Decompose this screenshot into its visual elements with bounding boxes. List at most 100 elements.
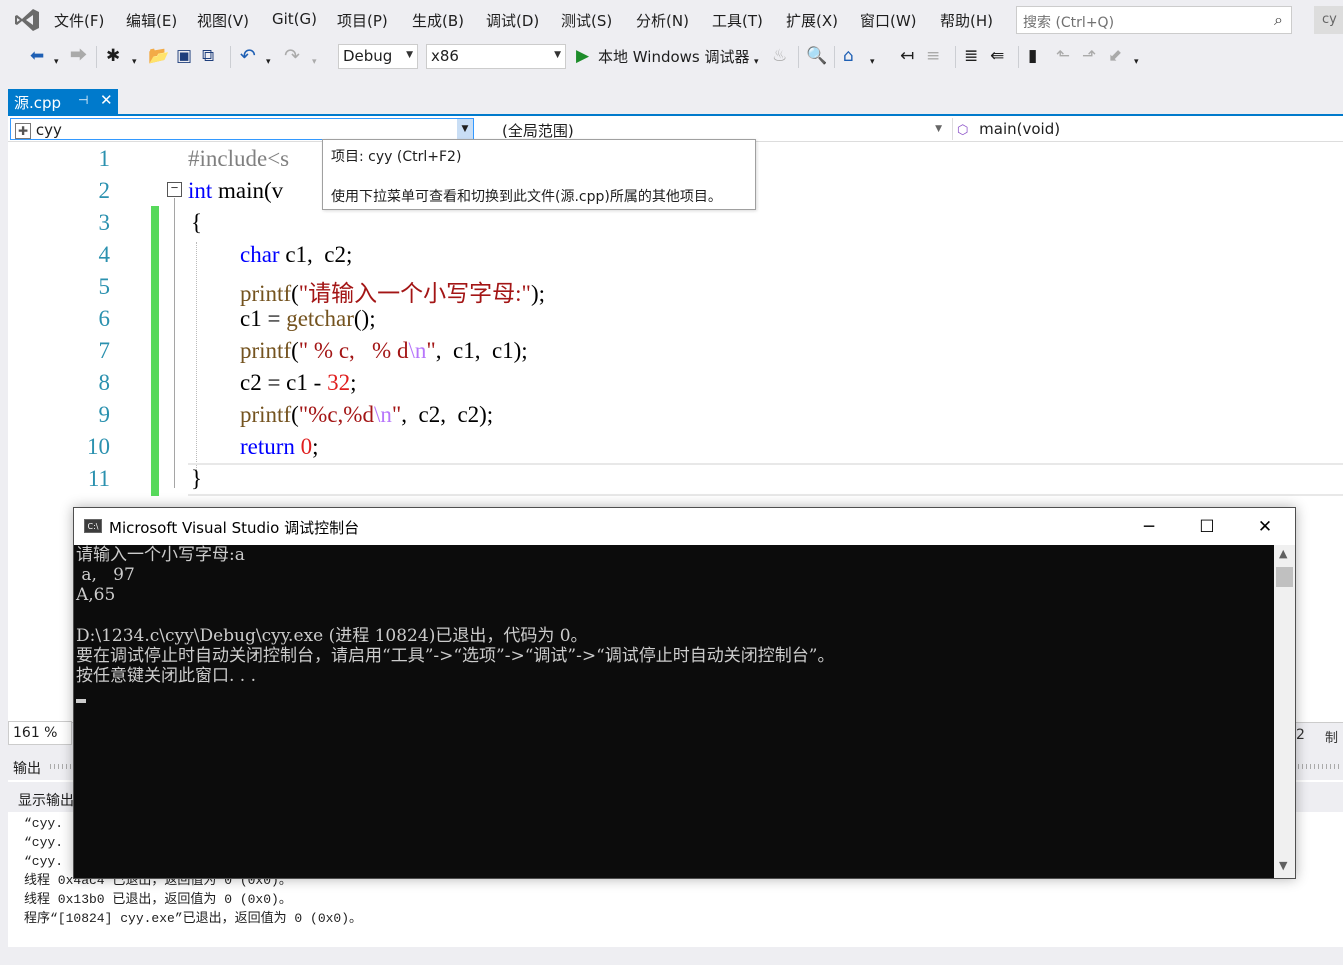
menu-git[interactable]: Git(G) bbox=[272, 10, 317, 28]
forward-icon[interactable]: ⮕ bbox=[70, 46, 87, 66]
toolbar-separator bbox=[834, 46, 835, 68]
code-line: printf("请输入一个小写字母:"); bbox=[240, 281, 546, 306]
tab-label: 源.cpp bbox=[14, 94, 62, 112]
project-dropdown[interactable]: ✚ cyy ▼ bbox=[10, 118, 474, 140]
search-input[interactable]: 搜索 (Ctrl+Q) ⌕ bbox=[1016, 6, 1292, 34]
undo-icon[interactable]: ↶ bbox=[240, 46, 256, 66]
visual-studio-logo-icon bbox=[15, 9, 39, 31]
minimize-button[interactable]: ─ bbox=[1126, 514, 1172, 540]
comment-icon[interactable]: ⇚ bbox=[990, 46, 1004, 66]
tooltip-body: 使用下拉菜单可查看和切换到此文件(源.cpp)所属的其他项目。 bbox=[331, 189, 722, 205]
line-number: 9 bbox=[98, 402, 111, 427]
project-icon: ✚ bbox=[15, 123, 32, 139]
start-debug-label[interactable]: 本地 Windows 调试器 bbox=[598, 47, 750, 67]
home-dropdown-icon[interactable]: ▾ bbox=[870, 52, 875, 72]
close-button[interactable]: ✕ bbox=[1242, 514, 1288, 540]
breakpoints-icon[interactable]: ≡ bbox=[926, 46, 940, 66]
run-dropdown-icon[interactable]: ▾ bbox=[754, 52, 759, 72]
clear-bookmarks-icon[interactable]: ⬋ bbox=[1108, 46, 1122, 66]
tooltip-title: 项目: cyy (Ctrl+F2) bbox=[331, 149, 462, 165]
code-line: char c1, c2; bbox=[240, 242, 353, 267]
zoom-level[interactable]: 161 % bbox=[8, 721, 72, 745]
new-item-icon[interactable]: ✱ bbox=[106, 46, 120, 66]
menu-view[interactable]: 视图(V) bbox=[197, 10, 249, 31]
pin-icon[interactable]: ⊣ bbox=[78, 93, 88, 107]
save-all-icon[interactable]: ⧉ bbox=[202, 46, 214, 66]
step-icon[interactable]: ↤ bbox=[900, 46, 914, 66]
line-number: 7 bbox=[98, 338, 111, 363]
line-number: 5 bbox=[98, 274, 111, 299]
menu-help[interactable]: 帮助(H) bbox=[940, 10, 993, 31]
menu-edit[interactable]: 编辑(E) bbox=[126, 10, 177, 31]
next-bookmark-icon[interactable]: ⬏ bbox=[1082, 46, 1096, 66]
menu-test[interactable]: 测试(S) bbox=[561, 10, 612, 31]
scroll-up-icon[interactable]: ▲ bbox=[1279, 547, 1287, 560]
line-number: 1 bbox=[98, 146, 111, 171]
menu-project[interactable]: 项目(P) bbox=[337, 10, 388, 31]
scroll-thumb[interactable] bbox=[1276, 567, 1293, 587]
hot-reload-icon[interactable]: ♨ bbox=[772, 46, 787, 66]
toolbar-overflow-icon[interactable]: ▾ bbox=[1134, 52, 1139, 72]
chevron-down-icon: ▼ bbox=[935, 124, 942, 134]
menu-file[interactable]: 文件(F) bbox=[54, 10, 104, 31]
scope-value: (全局范围) bbox=[502, 122, 574, 140]
console-titlebar[interactable]: C:\ Microsoft Visual Studio 调试控制台 ─ ☐ ✕ bbox=[74, 508, 1295, 545]
menu-extensions[interactable]: 扩展(X) bbox=[786, 10, 838, 31]
back-dropdown-icon[interactable]: ▾ bbox=[54, 52, 59, 72]
code-line: } bbox=[191, 466, 203, 491]
tab-source-cpp[interactable]: 源.cpp ⊣ ✕ bbox=[8, 89, 118, 115]
toolbar: ⬅ ▾ ⮕ ✱ ▾ 📂 ▣ ⧉ ↶ ▾ ↷ ▾ Debug ▼ x86 ▼ ▶ … bbox=[0, 40, 1343, 74]
document-tabs: 源.cpp ⊣ ✕ bbox=[0, 88, 1343, 115]
code-line: #include<s bbox=[188, 146, 290, 171]
indent-icon[interactable]: ≣ bbox=[964, 46, 978, 66]
start-debug-icon[interactable]: ▶ bbox=[576, 46, 589, 66]
line-number: 6 bbox=[98, 306, 111, 331]
console-app-icon: C:\ bbox=[84, 519, 102, 533]
save-icon[interactable]: ▣ bbox=[176, 46, 192, 66]
home-icon[interactable]: ⌂ bbox=[843, 46, 854, 66]
collapse-icon[interactable]: − bbox=[167, 182, 182, 197]
redo-icon[interactable]: ↷ bbox=[284, 46, 300, 66]
line-number: 8 bbox=[98, 370, 111, 395]
undo-dropdown-icon[interactable]: ▾ bbox=[266, 52, 271, 72]
prev-bookmark-icon[interactable]: ⬑ bbox=[1056, 46, 1070, 66]
chevron-down-icon: ▼ bbox=[406, 50, 413, 60]
member-value: main(void) bbox=[979, 120, 1061, 138]
menu-build[interactable]: 生成(B) bbox=[412, 10, 464, 31]
back-icon[interactable]: ⬅ bbox=[30, 46, 44, 66]
find-in-files-icon[interactable]: 🔍 bbox=[806, 46, 827, 66]
chevron-down-icon: ▼ bbox=[554, 50, 561, 60]
new-item-dropdown-icon[interactable]: ▾ bbox=[132, 52, 137, 72]
status-fragment: 制 bbox=[1325, 731, 1339, 746]
close-icon[interactable]: ✕ bbox=[100, 91, 113, 109]
toolbar-separator bbox=[230, 46, 231, 68]
platform-select[interactable]: x86 ▼ bbox=[426, 44, 566, 69]
project-tooltip: 项目: cyy (Ctrl+F2) 使用下拉菜单可查看和切换到此文件(源.cpp… bbox=[322, 139, 756, 210]
debug-console-window[interactable]: C:\ Microsoft Visual Studio 调试控制台 ─ ☐ ✕ … bbox=[73, 507, 1296, 879]
menu-debug[interactable]: 调试(D) bbox=[486, 10, 539, 31]
console-output[interactable]: 请输入一个小写字母:a a, 97 A,65 D:\1234.c\cyy\Deb… bbox=[74, 545, 1274, 878]
line-number: 2 bbox=[98, 178, 111, 203]
console-scrollbar[interactable]: ▲ ▼ bbox=[1274, 545, 1295, 878]
console-cursor bbox=[76, 699, 86, 703]
redo-dropdown-icon[interactable]: ▾ bbox=[312, 52, 317, 72]
chevron-down-icon[interactable]: ▼ bbox=[457, 119, 473, 139]
open-folder-icon[interactable]: 📂 bbox=[148, 46, 169, 66]
code-line: c1 = getchar(); bbox=[240, 306, 376, 331]
menu-window[interactable]: 窗口(W) bbox=[860, 10, 917, 31]
output-source-label: 显示输出 bbox=[18, 793, 74, 809]
maximize-button[interactable]: ☐ bbox=[1184, 514, 1230, 540]
code-line: int main(v bbox=[188, 178, 284, 203]
menu-analyze[interactable]: 分析(N) bbox=[636, 10, 689, 31]
status-bar bbox=[0, 947, 1343, 965]
profile-badge[interactable]: cy bbox=[1314, 6, 1343, 34]
menu-tools[interactable]: 工具(T) bbox=[712, 10, 763, 31]
line-number: 4 bbox=[98, 242, 111, 267]
scope-dropdown[interactable]: (全局范围) ▼ bbox=[498, 118, 948, 140]
configuration-select[interactable]: Debug ▼ bbox=[338, 44, 418, 69]
member-dropdown[interactable]: ⬡ main(void) bbox=[952, 118, 1342, 140]
code-line: printf("%c,%d\n", c2, c2); bbox=[240, 402, 494, 427]
scroll-down-icon[interactable]: ▼ bbox=[1279, 859, 1287, 872]
console-title: Microsoft Visual Studio 调试控制台 bbox=[109, 519, 360, 537]
bookmark-icon[interactable]: ▮ bbox=[1028, 46, 1037, 66]
